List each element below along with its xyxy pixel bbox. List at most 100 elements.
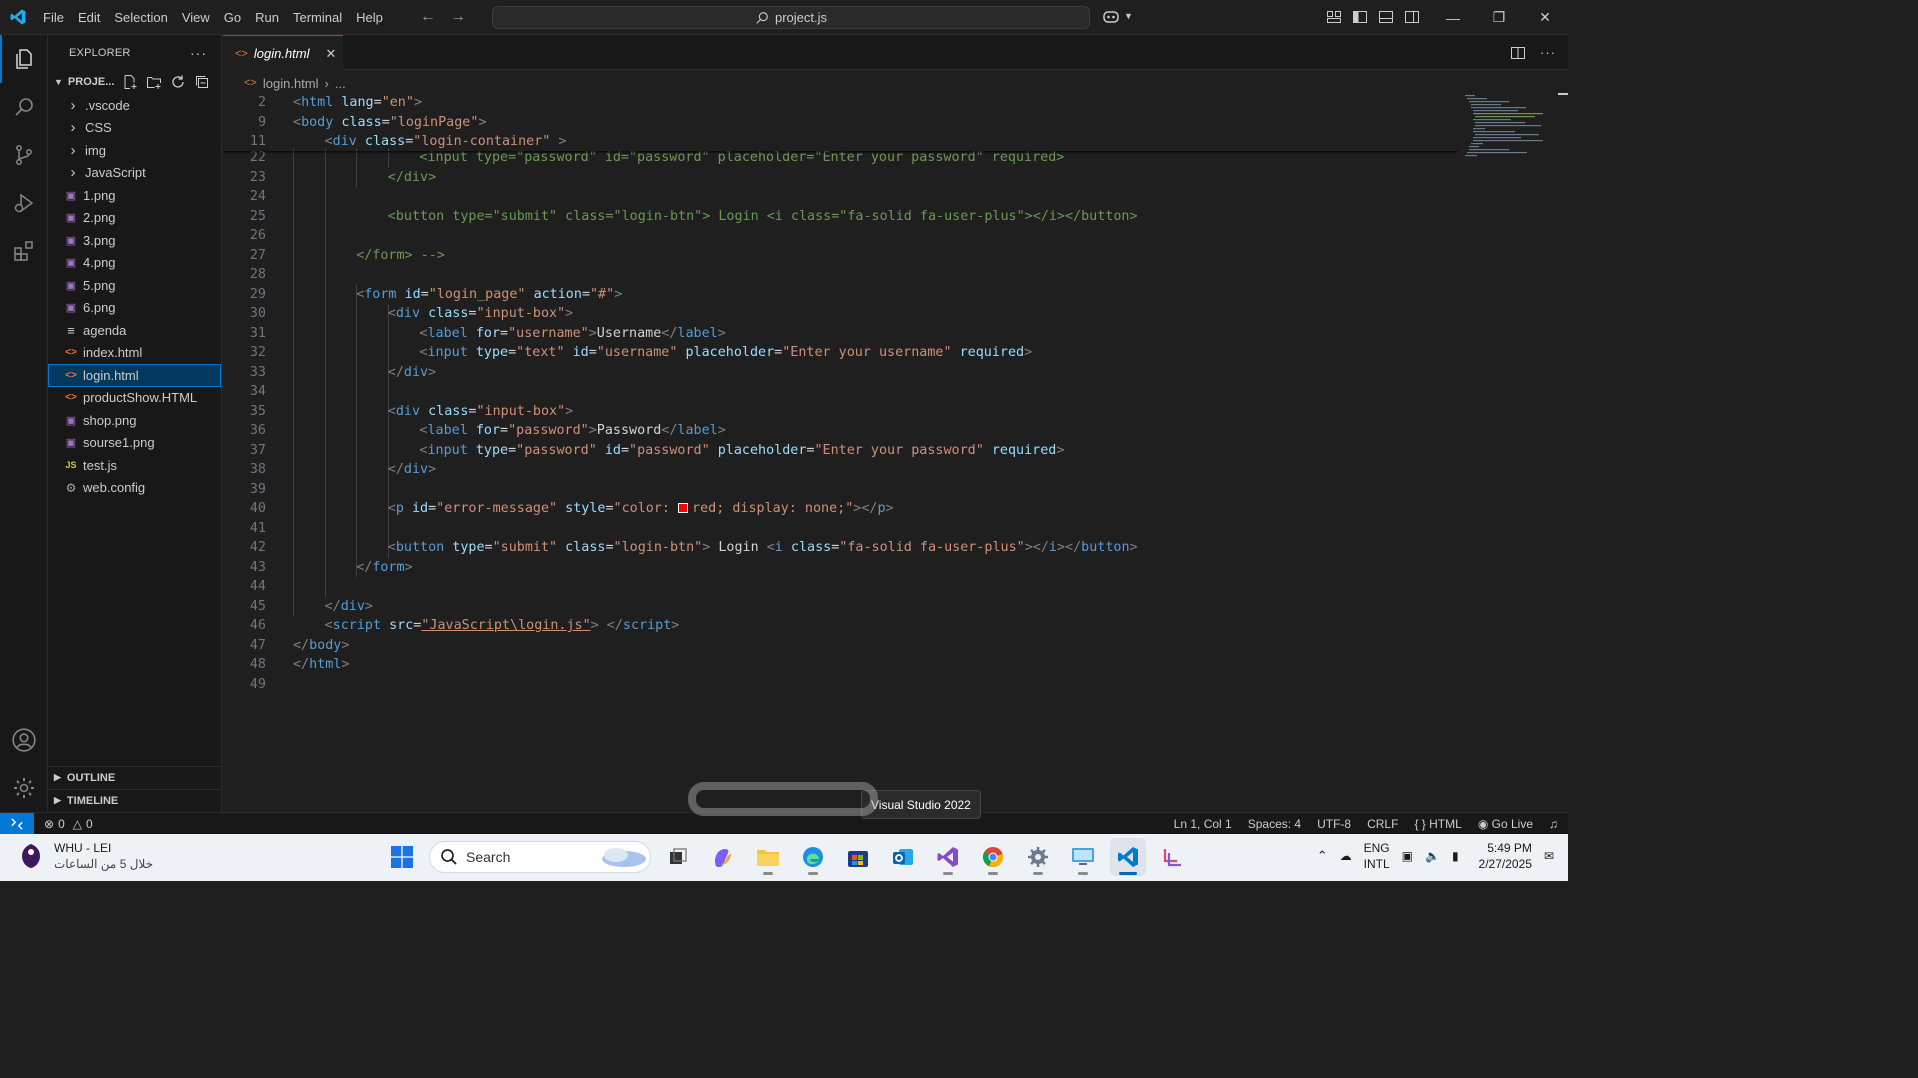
tree-item[interactable]: <> productShow.HTML [48,387,221,410]
code-token: = [605,501,614,516]
minimize-button[interactable]: — [1430,0,1476,35]
source-control-activity[interactable] [0,131,48,179]
new-file-icon[interactable] [122,74,138,90]
snipping-tool-app[interactable] [1155,838,1191,876]
volume-icon[interactable]: 🔈 [1425,849,1440,863]
problems-indicator[interactable]: ⊗ 0 △ 0 [44,817,93,831]
store-app[interactable] [840,838,876,876]
line-ending[interactable]: CRLF [1367,817,1398,831]
menu-help[interactable]: Help [349,0,390,35]
editor-scrollbar[interactable] [1558,93,1568,812]
menu-selection[interactable]: Selection [107,0,174,35]
edge-app[interactable] [795,838,831,876]
go-live-button[interactable]: ◉ Go Live [1478,817,1533,831]
tree-item[interactable]: › img [48,139,221,162]
explorer-activity[interactable] [0,35,48,83]
settings-app[interactable] [1020,838,1056,876]
visual-studio-app[interactable] [930,838,966,876]
restore-button[interactable]: ❐ [1476,0,1522,35]
toggle-primary-sidebar-icon[interactable] [1352,9,1368,25]
run-debug-activity[interactable] [0,179,48,227]
minimap[interactable] [1463,93,1553,173]
extensions-activity[interactable] [0,227,48,275]
split-editor-icon[interactable] [1510,45,1526,61]
task-view-button[interactable] [660,838,696,876]
onedrive-icon[interactable]: ☁ [1340,849,1352,863]
close-window-button[interactable]: ✕ [1522,0,1568,35]
tree-item[interactable]: ▣ 5.png [48,274,221,297]
file-explorer-app[interactable] [750,838,786,876]
chevron-up-icon[interactable]: ⌃ [1317,848,1328,864]
tree-item[interactable]: ▣ sourse1.png [48,432,221,455]
code-editor[interactable]: 2 <html lang="en"> 9 <body class="loginPage… [223,93,1568,812]
close-tab-icon[interactable]: ✕ [326,46,337,62]
tree-item[interactable]: <> login.html [48,364,221,387]
notifications-bell-icon[interactable]: ♫ [1549,817,1558,831]
tree-item[interactable]: ▣ 2.png [48,207,221,230]
accounts-activity[interactable] [0,716,48,764]
search-activity[interactable] [0,83,48,131]
menu-go[interactable]: Go [217,0,248,35]
chrome-app[interactable] [975,838,1011,876]
menu-edit[interactable]: Edit [71,0,107,35]
notifications-icon[interactable]: ✉ [1544,849,1554,863]
tree-item[interactable]: ▣ shop.png [48,409,221,432]
menu-view[interactable]: View [175,0,217,35]
encoding[interactable]: UTF-8 [1317,817,1351,831]
start-button[interactable] [384,838,420,876]
copilot-app[interactable] [705,838,741,876]
command-center[interactable]: project.js [492,6,1090,29]
code-token: input [427,442,468,458]
code-token: p [877,501,886,516]
tab-login-html[interactable]: <> login.html ✕ [223,35,343,71]
refresh-icon[interactable] [170,74,186,90]
manage-activity[interactable] [0,764,48,812]
menu-run[interactable]: Run [248,0,286,35]
menu-file[interactable]: File [36,0,71,35]
project-folder-header[interactable]: ▼ PROJE... [48,71,221,93]
outlook-app[interactable] [885,838,921,876]
editor-more-actions-icon[interactable]: ··· [1540,45,1556,61]
more-actions-icon[interactable]: ··· [190,45,207,61]
vscode-app[interactable] [1110,838,1146,876]
customize-layout-icon[interactable] [1326,9,1342,25]
tree-item[interactable]: › JavaScript [48,162,221,185]
remote-desktop-app[interactable] [1065,838,1101,876]
tree-item[interactable]: ⚙ web.config [48,477,221,500]
forward-arrow-icon[interactable]: → [450,8,466,26]
remote-indicator[interactable] [0,812,34,835]
collapse-all-icon[interactable] [194,74,210,90]
toggle-panel-icon[interactable] [1378,9,1394,25]
battery-icon[interactable]: ▮ [1452,849,1459,863]
color-swatch-icon[interactable] [678,503,689,513]
tree-item[interactable]: ▣ 4.png [48,252,221,275]
menu-terminal[interactable]: Terminal [286,0,349,35]
clock[interactable]: 5:49 PM 2/27/2025 [1479,840,1532,872]
input-language[interactable]: ENG INTL [1364,840,1390,872]
weather-widget[interactable]: WHU - LEI خلال 5 من الساعات [18,840,153,872]
breadcrumb-file[interactable]: login.html [263,76,319,91]
code-token: src [389,618,414,633]
timeline-section[interactable]: ▶ TIMELINE [48,789,222,811]
tree-item[interactable]: ≡ agenda [48,319,221,342]
back-arrow-icon[interactable]: ← [420,8,436,26]
outline-section[interactable]: ▶ OUTLINE [48,766,222,788]
tree-item[interactable]: › CSS [48,117,221,140]
tree-item[interactable]: › .vscode [48,94,221,117]
language-mode[interactable]: { } HTML [1414,817,1461,831]
tree-item[interactable]: JS test.js [48,454,221,477]
new-folder-icon[interactable] [146,74,162,90]
breadcrumb-rest[interactable]: ... [335,76,346,91]
tree-item[interactable]: ▣ 3.png [48,229,221,252]
tree-item[interactable]: ▣ 6.png [48,297,221,320]
tree-item[interactable]: ▣ 1.png [48,184,221,207]
indentation[interactable]: Spaces: 4 [1248,817,1301,831]
network-icon[interactable]: ▣ [1402,849,1413,863]
cursor-position[interactable]: Ln 1, Col 1 [1174,817,1232,831]
command-center-text: project.js [774,10,828,25]
taskbar-search[interactable]: Search [429,841,651,873]
code-token: type [475,442,509,458]
copilot-button[interactable]: ▼ [1102,8,1133,24]
tree-item[interactable]: <> index.html [48,342,221,365]
toggle-secondary-sidebar-icon[interactable] [1404,9,1420,25]
